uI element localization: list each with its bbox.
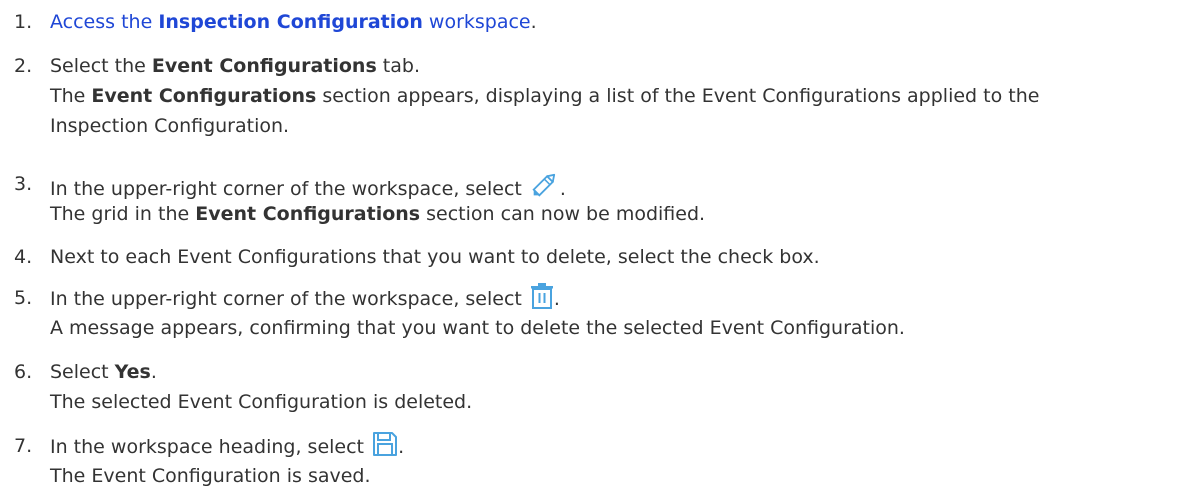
yes-button-label: Yes [114, 361, 151, 383]
step-result: The Event Configuration is saved. [50, 465, 371, 487]
step-text: Select [50, 361, 115, 383]
event-configurations-tab-label: Event Configurations [151, 55, 377, 77]
step-result: section appears, displaying a list of th… [316, 85, 1040, 107]
step-number: 5. [14, 287, 33, 309]
step-text: Next to each Event Configurations that y… [50, 246, 820, 268]
step-text: In the workspace heading, select [50, 436, 371, 458]
step-number: 6. [14, 361, 33, 383]
step-punctuation: . [530, 11, 537, 33]
link-text-suffix: workspace [422, 11, 531, 33]
step-number: 4. [14, 246, 33, 268]
step-number: 1. [14, 11, 33, 33]
step-result: section can now be modified. [420, 203, 706, 225]
step-text: Select the [50, 55, 152, 77]
step-result: Inspection Configuration. [50, 115, 290, 137]
step-result-bold: Event Configurations [195, 203, 421, 225]
step-text: In the upper-right corner of the workspa… [50, 178, 528, 200]
step-punctuation: . [559, 178, 566, 200]
step-text: In the upper-right corner of the workspa… [50, 288, 528, 310]
step-result: The selected Event Configuration is dele… [50, 391, 473, 413]
step-result: A message appears, confirming that you w… [50, 317, 905, 339]
step-text: tab. [376, 55, 420, 77]
link-text-prefix: Access the [50, 11, 159, 33]
step-punctuation: . [398, 436, 405, 458]
save-icon [372, 431, 398, 466]
inspection-configuration-link[interactable]: Access the Inspection Configuration work… [50, 11, 531, 33]
step-number: 3. [14, 173, 33, 195]
step-result-bold: Event Configurations [91, 85, 317, 107]
step-punctuation: . [553, 288, 560, 310]
step-result: The [50, 85, 92, 107]
step-number: 2. [14, 55, 33, 77]
step-result: The grid in the [50, 203, 196, 225]
link-text-bold: Inspection Configuration [158, 11, 423, 33]
step-punctuation: . [150, 361, 157, 383]
step-number: 7. [14, 435, 33, 457]
